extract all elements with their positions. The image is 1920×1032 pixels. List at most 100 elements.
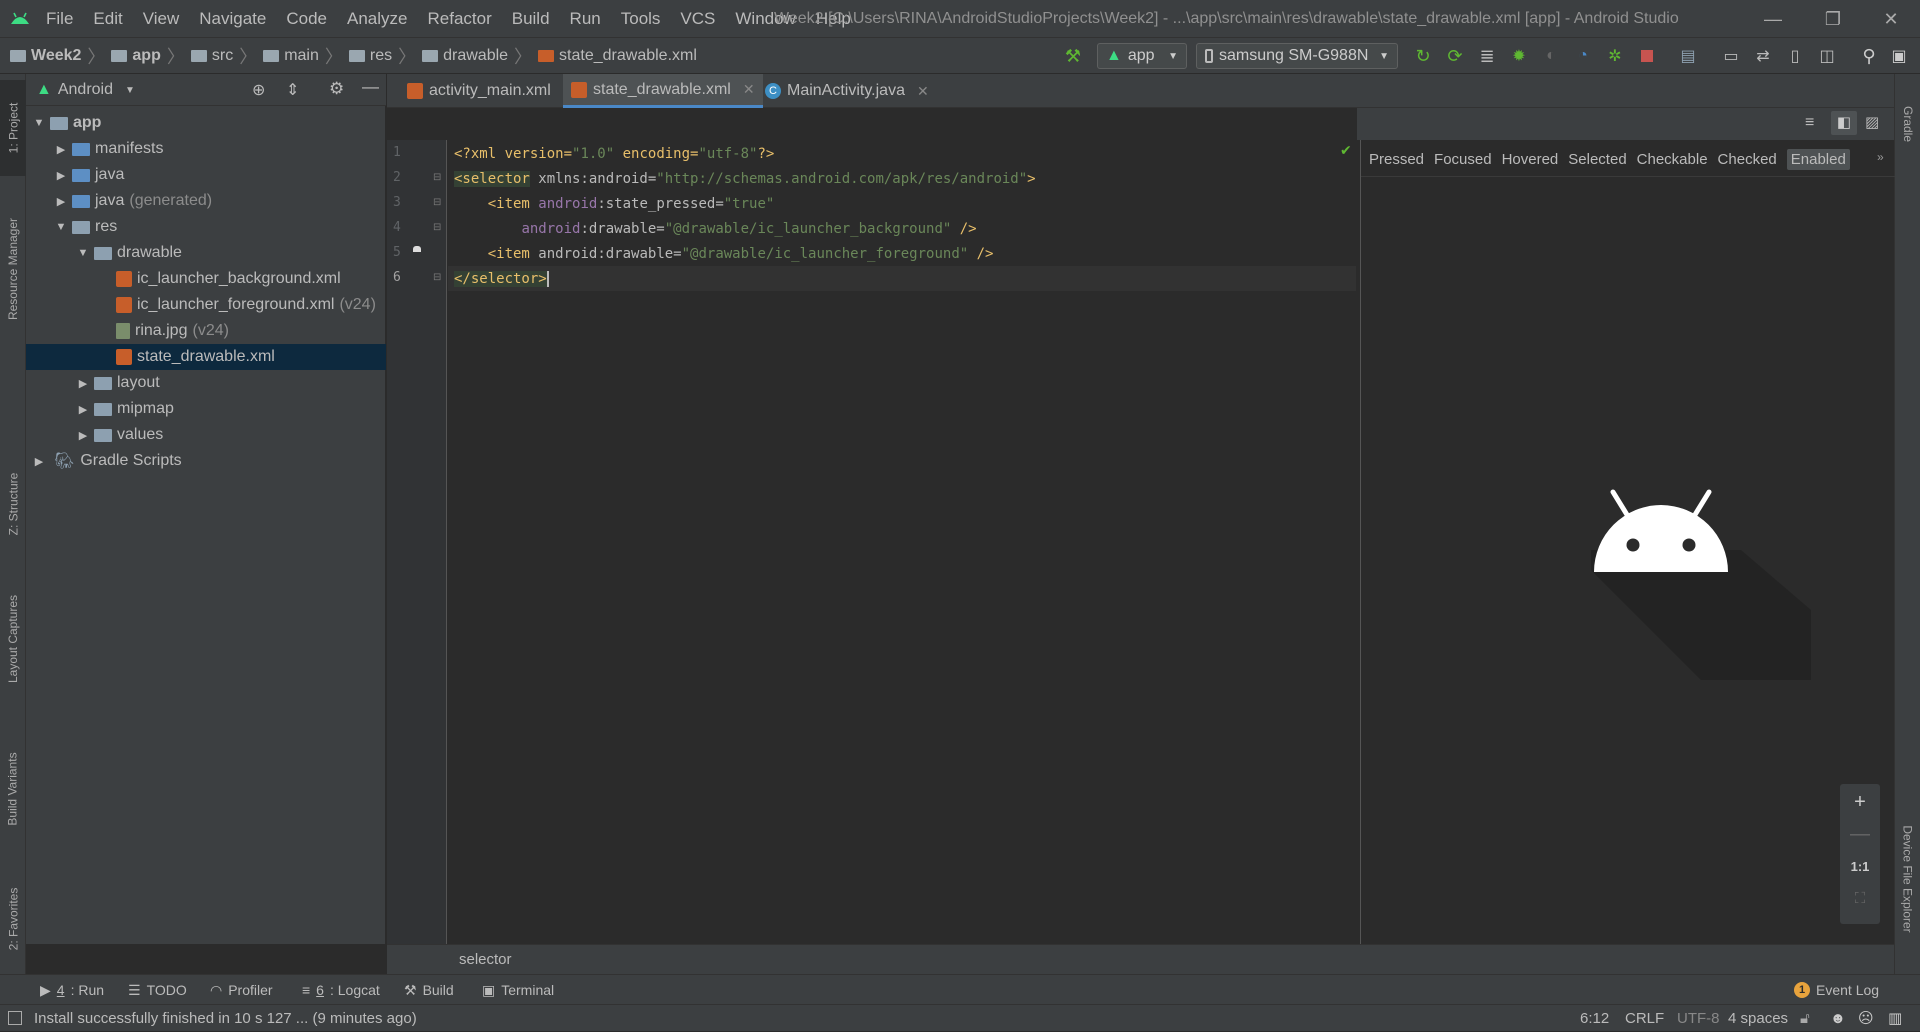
apply-changes-restart-icon[interactable]: ↻ bbox=[1410, 43, 1436, 69]
collapse-all-icon[interactable]: ⇕ bbox=[286, 80, 299, 100]
tree-item-res[interactable]: ▼ res bbox=[26, 214, 386, 240]
caret-position[interactable]: 6:12 bbox=[1580, 1005, 1609, 1032]
tree-item-ic-launcher-background[interactable]: ic_launcher_background.xml bbox=[26, 266, 386, 292]
inspection-ok-check-icon[interactable]: ✔ bbox=[1340, 142, 1352, 159]
breadcrumb-main[interactable]: main bbox=[263, 47, 319, 65]
attach-debugger-icon[interactable]: ✲ bbox=[1602, 43, 1628, 69]
zoom-out-button[interactable]: — bbox=[1840, 818, 1880, 850]
fold-icon[interactable]: ⊟ bbox=[433, 197, 441, 208]
breadcrumb-drawable[interactable]: drawable bbox=[422, 47, 508, 65]
menu-refactor[interactable]: Refactor bbox=[427, 9, 491, 29]
tab-resource-manager[interactable]: Resource Manager bbox=[0, 194, 26, 344]
apply-code-changes-icon[interactable]: ⟳ bbox=[1442, 43, 1468, 69]
tree-item-mipmap[interactable]: ▶ mipmap bbox=[26, 396, 386, 422]
tab-gradle[interactable]: Gradle bbox=[1895, 84, 1920, 164]
menu-run[interactable]: Run bbox=[570, 9, 601, 29]
fold-icon[interactable]: ⊟ bbox=[433, 172, 441, 183]
menu-analyze[interactable]: Analyze bbox=[347, 9, 407, 29]
tab-build-variants[interactable]: Build Variants bbox=[0, 729, 26, 849]
state-enabled[interactable]: Enabled bbox=[1786, 148, 1850, 170]
account-icon[interactable]: ▣ bbox=[1886, 43, 1912, 69]
split-view-icon[interactable]: ◧ bbox=[1831, 111, 1857, 135]
project-structure-icon[interactable]: ▤ bbox=[1675, 43, 1701, 69]
tab-main-activity[interactable]: C MainActivity.java ✕ bbox=[757, 74, 937, 108]
menu-file[interactable]: File bbox=[46, 9, 73, 29]
code-view-icon[interactable]: ≡ bbox=[1805, 114, 1814, 132]
tab-favorites[interactable]: 2: Favorites bbox=[0, 864, 26, 974]
breadcrumb-app[interactable]: app bbox=[111, 47, 161, 65]
state-pressed[interactable]: Pressed bbox=[1369, 151, 1424, 168]
avd-manager-icon[interactable]: ⇄ bbox=[1750, 43, 1776, 69]
close-tab-icon[interactable]: ✕ bbox=[743, 81, 755, 98]
tab-state-drawable[interactable]: state_drawable.xml ✕ bbox=[563, 74, 763, 108]
menu-build[interactable]: Build bbox=[512, 9, 550, 29]
event-log-button[interactable]: 1 Event Log bbox=[1794, 975, 1879, 1005]
minimize-button[interactable]: — bbox=[1750, 0, 1796, 38]
zoom-in-button[interactable]: + bbox=[1840, 786, 1880, 818]
profile-gauge-icon[interactable]: ◔ bbox=[1570, 43, 1596, 69]
close-window-button[interactable]: ✕ bbox=[1868, 0, 1914, 38]
tab-project[interactable]: 1: Project bbox=[0, 80, 26, 176]
menu-vcs[interactable]: VCS bbox=[680, 9, 715, 29]
layout-inspector-icon[interactable]: ◫ bbox=[1814, 43, 1840, 69]
breadcrumb-project[interactable]: Week2 bbox=[10, 47, 81, 65]
menu-view[interactable]: View bbox=[143, 9, 180, 29]
state-checkable[interactable]: Checkable bbox=[1637, 151, 1708, 168]
tree-item-app[interactable]: ▼ app bbox=[26, 110, 386, 136]
tab-logcat[interactable]: ≡ 6: Logcat bbox=[302, 975, 380, 1005]
tab-layout-captures[interactable]: Layout Captures bbox=[0, 574, 26, 704]
search-icon[interactable]: ⚲ bbox=[1856, 43, 1882, 69]
menu-code[interactable]: Code bbox=[286, 9, 327, 29]
toggle-tool-windows-icon[interactable] bbox=[8, 1011, 22, 1025]
breadcrumb-file[interactable]: state_drawable.xml bbox=[538, 47, 697, 65]
indent-setting[interactable]: 4 spaces bbox=[1728, 1005, 1788, 1032]
memory-indicator-icon[interactable]: ▥ bbox=[1888, 1005, 1902, 1032]
device-select[interactable]: samsung SM-G988N ▼ bbox=[1196, 43, 1398, 69]
coverage-icon[interactable]: ≣ bbox=[1474, 43, 1500, 69]
run-coverage-icon[interactable]: ◐ bbox=[1538, 43, 1564, 69]
tab-activity-main[interactable]: activity_main.xml ✕ bbox=[399, 74, 583, 108]
locate-crosshair-icon[interactable]: ⊕ bbox=[252, 80, 265, 100]
status-message[interactable]: Install successfully finished in 10 s 12… bbox=[34, 1005, 417, 1032]
stop-icon[interactable] bbox=[1634, 43, 1660, 69]
run-config-select[interactable]: ▲ app ▼ bbox=[1097, 43, 1187, 69]
feedback-happy-icon[interactable]: ☻ bbox=[1830, 1005, 1846, 1032]
editor-breadcrumb[interactable]: selector bbox=[459, 945, 512, 975]
line-separator[interactable]: CRLF bbox=[1625, 1005, 1664, 1032]
tab-structure[interactable]: Z: Structure bbox=[0, 454, 26, 554]
tree-item-gradle-scripts[interactable]: ▶ 🐘︎ Gradle Scripts bbox=[26, 448, 386, 474]
tree-item-java[interactable]: ▶ java bbox=[26, 162, 386, 188]
code-editor[interactable]: <?xml version="1.0" encoding="utf-8"?> <… bbox=[448, 140, 1356, 944]
sync-gradle-icon[interactable]: ▭ bbox=[1718, 43, 1744, 69]
tree-item-layout[interactable]: ▶ layout bbox=[26, 370, 386, 396]
close-tab-icon[interactable]: ✕ bbox=[917, 83, 929, 100]
zoom-fit-screen-icon[interactable]: ⛶ bbox=[1840, 882, 1880, 914]
more-states-chevron-icon[interactable]: » bbox=[1877, 150, 1884, 164]
tree-item-java-generated[interactable]: ▶ java (generated) bbox=[26, 188, 386, 214]
tree-item-values[interactable]: ▶ values bbox=[26, 422, 386, 448]
menu-tools[interactable]: Tools bbox=[621, 9, 661, 29]
restore-button[interactable]: ❐ bbox=[1810, 0, 1856, 38]
menu-navigate[interactable]: Navigate bbox=[199, 9, 266, 29]
tab-build[interactable]: ⚒ Build bbox=[404, 975, 454, 1005]
tree-item-drawable[interactable]: ▼ drawable bbox=[26, 240, 386, 266]
state-selected[interactable]: Selected bbox=[1568, 151, 1626, 168]
fold-icon[interactable]: ⊟ bbox=[433, 272, 441, 283]
breadcrumb-src[interactable]: src bbox=[190, 47, 233, 65]
tree-item-manifests[interactable]: ▶ manifests bbox=[26, 136, 386, 162]
tree-item-ic-launcher-foreground[interactable]: ic_launcher_foreground.xml (v24) bbox=[26, 292, 386, 318]
zoom-actual-size-button[interactable]: 1:1 bbox=[1840, 850, 1880, 882]
gear-icon[interactable]: ⚙ bbox=[329, 79, 344, 99]
project-view-select[interactable]: ▲ Android ▼ bbox=[36, 74, 135, 106]
bookmark-icon[interactable] bbox=[413, 246, 421, 252]
tree-item-state-drawable[interactable]: state_drawable.xml bbox=[26, 344, 386, 370]
state-focused[interactable]: Focused bbox=[1434, 151, 1492, 168]
hide-panel-icon[interactable]: — bbox=[362, 77, 379, 97]
lock-icon[interactable]: 🔓︎ bbox=[1800, 1005, 1810, 1032]
state-checked[interactable]: Checked bbox=[1718, 151, 1777, 168]
tab-todo[interactable]: ☰ TODO bbox=[128, 975, 187, 1005]
tab-device-file-explorer[interactable]: Device File Explorer bbox=[1895, 794, 1920, 964]
tab-profiler[interactable]: ◠ Profiler bbox=[210, 975, 273, 1005]
make-project-hammer-icon[interactable]: ⚒ bbox=[1060, 43, 1086, 69]
file-encoding[interactable]: UTF-8 bbox=[1677, 1005, 1720, 1032]
